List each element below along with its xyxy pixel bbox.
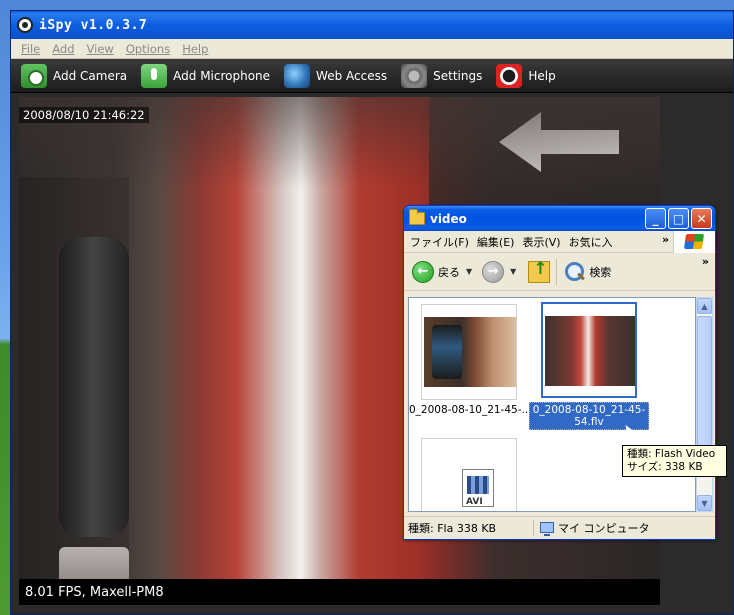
menu-overflow-chevron[interactable]: » <box>662 233 669 246</box>
back-dropdown-icon[interactable]: ▼ <box>466 267 472 276</box>
status-file-info: 種類: Fla 338 KB <box>404 519 534 536</box>
minimize-button[interactable]: _ <box>645 208 666 229</box>
tooltip-type: 種類: Flash Video <box>627 448 716 460</box>
explorer-titlebar[interactable]: video _ □ ✕ <box>404 206 715 231</box>
thumbnail-image <box>545 316 635 386</box>
avi-icon-label: AVI <box>466 497 483 507</box>
ispy-menubar: File Add View Options Help <box>11 39 733 59</box>
menu-view[interactable]: View <box>87 42 114 56</box>
file-item[interactable]: AVI <box>409 438 529 511</box>
camera-feed-phone <box>59 237 129 537</box>
explorer-statusbar: 種類: Fla 338 KB マイ コンピュータ <box>404 516 715 538</box>
file-thumbnail[interactable]: AVI <box>421 438 517 511</box>
file-thumbnail[interactable] <box>421 304 517 400</box>
microphone-icon <box>141 63 168 88</box>
toolbar-overflow-chevron[interactable]: » <box>702 255 709 268</box>
folder-up-icon[interactable] <box>528 259 551 283</box>
menu-view[interactable]: 表示(V) <box>522 234 560 250</box>
toolbar-separator <box>556 258 558 285</box>
menu-help[interactable]: Help <box>182 42 208 56</box>
explorer-toolbar: ← 戻る ▼ → ▼ 検索 » <box>404 253 715 291</box>
search-icon[interactable] <box>563 261 585 283</box>
add-camera-label: Add Camera <box>53 68 128 83</box>
eye-icon <box>17 17 33 33</box>
scroll-thumb[interactable] <box>697 316 712 466</box>
menu-file[interactable]: File <box>21 42 40 56</box>
menu-edit[interactable]: 編集(E) <box>477 234 515 250</box>
computer-icon <box>540 522 554 536</box>
back-arrow-icon[interactable]: ← <box>412 260 434 283</box>
maximize-button[interactable]: □ <box>668 208 689 229</box>
scroll-up-button[interactable]: ▲ <box>697 298 712 314</box>
add-camera-button[interactable]: Add Camera <box>21 63 128 88</box>
menu-add[interactable]: Add <box>52 42 74 56</box>
windows-logo-icon <box>673 231 715 253</box>
menu-favorites[interactable]: お気に入 <box>569 234 613 250</box>
window-title: iSpy v1.0.3.7 <box>39 17 148 33</box>
thumbnail-image <box>424 317 516 387</box>
file-thumbnail[interactable] <box>541 302 637 398</box>
camera-status-bar: 8.01 FPS, Maxell-PM8 <box>19 579 660 605</box>
lifebuoy-icon <box>496 63 523 88</box>
ispy-titlebar[interactable]: iSpy v1.0.3.7 <box>11 11 733 39</box>
status-location: マイ コンピュータ <box>534 520 650 536</box>
back-button-label[interactable]: 戻る <box>438 264 460 280</box>
settings-button[interactable]: Settings <box>401 63 483 88</box>
menu-options[interactable]: Options <box>126 42 170 56</box>
menu-file[interactable]: ファイル(F) <box>410 234 469 250</box>
scroll-down-button[interactable]: ▼ <box>697 495 712 511</box>
web-access-button[interactable]: Web Access <box>284 63 388 88</box>
file-item[interactable]: 0_2008-08-10_21-45-... <box>409 304 532 416</box>
add-microphone-button[interactable]: Add Microphone <box>141 63 271 88</box>
settings-label: Settings <box>433 68 483 83</box>
gear-icon <box>401 63 428 88</box>
web-access-label: Web Access <box>316 68 388 83</box>
explorer-title: video <box>430 211 467 226</box>
help-button[interactable]: Help <box>496 63 556 88</box>
add-microphone-label: Add Microphone <box>173 68 271 83</box>
ispy-toolbar: Add Camera Add Microphone Web Access Set… <box>11 59 733 93</box>
help-label: Help <box>528 68 556 83</box>
forward-dropdown-icon[interactable]: ▼ <box>510 267 516 276</box>
camera-status-text: 8.01 FPS, Maxell-PM8 <box>25 584 164 600</box>
camera-timestamp: 2008/08/10 21:46:22 <box>19 107 149 123</box>
file-item-selected[interactable]: 0_2008-08-10_21-45-54.flv <box>529 302 649 430</box>
search-button-label[interactable]: 検索 <box>589 264 611 280</box>
explorer-window: video _ □ ✕ ファイル(F) 編集(E) 表示(V) お気に入 » ←… <box>403 205 716 540</box>
folder-icon <box>409 209 425 225</box>
status-location-label: マイ コンピュータ <box>558 521 650 535</box>
globe-icon <box>284 63 311 88</box>
tooltip-size: サイズ: 338 KB <box>627 461 703 473</box>
file-list[interactable]: 0_2008-08-10_21-45-... 0_2008-08-10_21-4… <box>408 297 696 512</box>
camera-icon <box>21 63 47 88</box>
vertical-scrollbar[interactable]: ▲ ▼ <box>696 297 713 512</box>
file-tooltip: 種類: Flash Video サイズ: 338 KB <box>622 445 727 477</box>
file-name[interactable]: 0_2008-08-10_21-45-... <box>409 404 532 416</box>
close-button[interactable]: ✕ <box>691 208 712 229</box>
explorer-menubar: ファイル(F) 編集(E) 表示(V) お気に入 » <box>404 231 715 253</box>
forward-arrow-icon[interactable]: → <box>482 260 505 283</box>
